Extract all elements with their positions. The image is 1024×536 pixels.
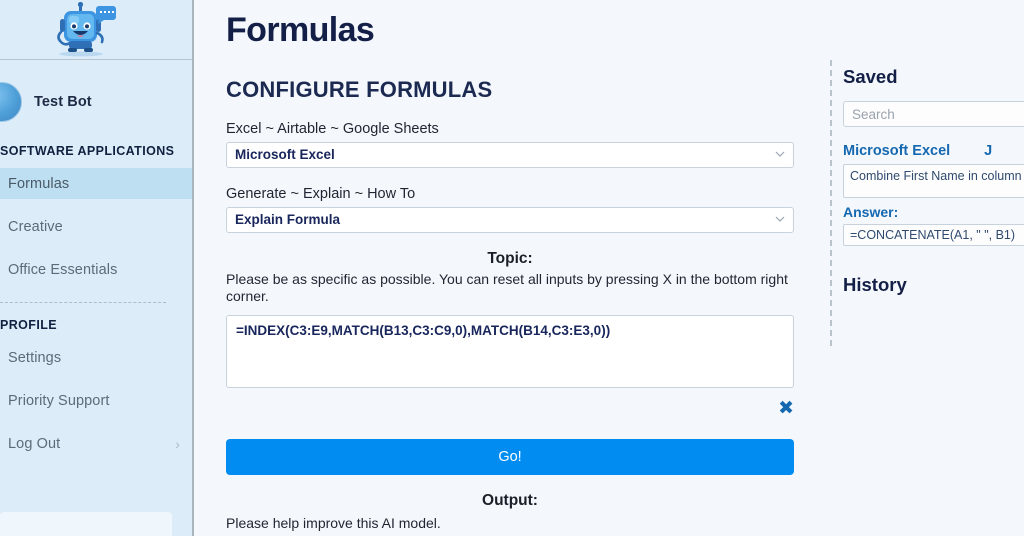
saved-item-header: Microsoft Excel J [843, 143, 1024, 159]
saved-item-answer-label: Answer: [843, 204, 899, 220]
saved-item-date: J [984, 143, 993, 159]
right-panel: Saved Microsoft Excel J Combine First Na… [830, 0, 1024, 536]
topic-help-text: Please be as specific as possible. You c… [226, 270, 788, 304]
saved-item-prompt: Combine First Name in column A and Last … [843, 164, 1024, 198]
sidebar-logo[interactable] [0, 0, 192, 60]
app-select-value: Microsoft Excel [235, 147, 335, 163]
mode-select-value: Explain Formula [235, 212, 341, 228]
sidebar-item-formulas[interactable]: Formulas [0, 168, 192, 199]
mode-select-label: Generate ~ Explain ~ How To [226, 185, 416, 202]
sidebar-user[interactable]: Test Bot [0, 60, 192, 144]
panel-divider [830, 60, 832, 346]
chevron-down-icon [775, 214, 785, 225]
sidebar-item-label: Priority Support [8, 392, 110, 409]
sidebar-item-label: Settings [8, 349, 62, 366]
go-button[interactable]: Go! [226, 438, 794, 475]
sidebar-item-log-out[interactable]: Log Out › [0, 428, 192, 459]
avatar [0, 82, 22, 122]
sidebar-divider [0, 302, 166, 303]
sidebar-bottom-panel[interactable] [0, 512, 172, 536]
right-panel-content: Saved Microsoft Excel J Combine First Na… [843, 0, 1024, 296]
sidebar-section-software: SOFTWARE APPLICATIONS [0, 144, 175, 158]
topic-input[interactable] [226, 314, 794, 388]
robot-mascot-icon [47, 1, 119, 58]
sidebar-item-priority-support[interactable]: Priority Support [0, 385, 192, 416]
chevron-right-icon: › [175, 435, 180, 452]
topic-heading: Topic: [487, 249, 533, 267]
page-title: Formulas [226, 11, 375, 49]
sidebar-item-settings[interactable]: Settings [0, 342, 192, 373]
saved-item-answer: =CONCATENATE(A1, " ", B1) [843, 224, 1024, 246]
close-icon[interactable]: ✖ [778, 398, 794, 418]
chevron-down-icon [775, 149, 785, 160]
search-input[interactable] [843, 101, 1024, 127]
reset-row: ✖ [226, 398, 794, 418]
app-root: Test Bot SOFTWARE APPLICATIONS Formulas … [0, 0, 1024, 536]
output-heading: Output: [482, 491, 538, 509]
history-heading: History [843, 274, 907, 295]
app-select-label: Excel ~ Airtable ~ Google Sheets [226, 120, 439, 137]
app-select[interactable]: Microsoft Excel [226, 141, 794, 168]
sidebar-item-label: Formulas [8, 175, 70, 192]
sidebar-section-profile: PROFILE [0, 318, 57, 332]
sidebar: Test Bot SOFTWARE APPLICATIONS Formulas … [0, 0, 194, 536]
output-text: Please help improve this AI model. [226, 514, 441, 531]
saved-heading: Saved [843, 66, 898, 87]
sidebar-item-label: Log Out [8, 435, 61, 452]
user-name: Test Bot [34, 94, 92, 110]
main-content: Formulas CONFIGURE FORMULAS Excel ~ Airt… [196, 0, 830, 536]
mode-select[interactable]: Explain Formula [226, 206, 794, 233]
saved-item[interactable]: Microsoft Excel J Combine First Name in … [843, 143, 1024, 246]
sidebar-item-office-essentials[interactable]: Office Essentials [0, 254, 192, 285]
section-title: CONFIGURE FORMULAS [226, 76, 493, 102]
sidebar-item-creative[interactable]: Creative [0, 211, 192, 242]
sidebar-item-label: Creative [8, 218, 63, 235]
saved-item-title: Microsoft Excel [843, 143, 951, 159]
sidebar-item-label: Office Essentials [8, 261, 118, 278]
